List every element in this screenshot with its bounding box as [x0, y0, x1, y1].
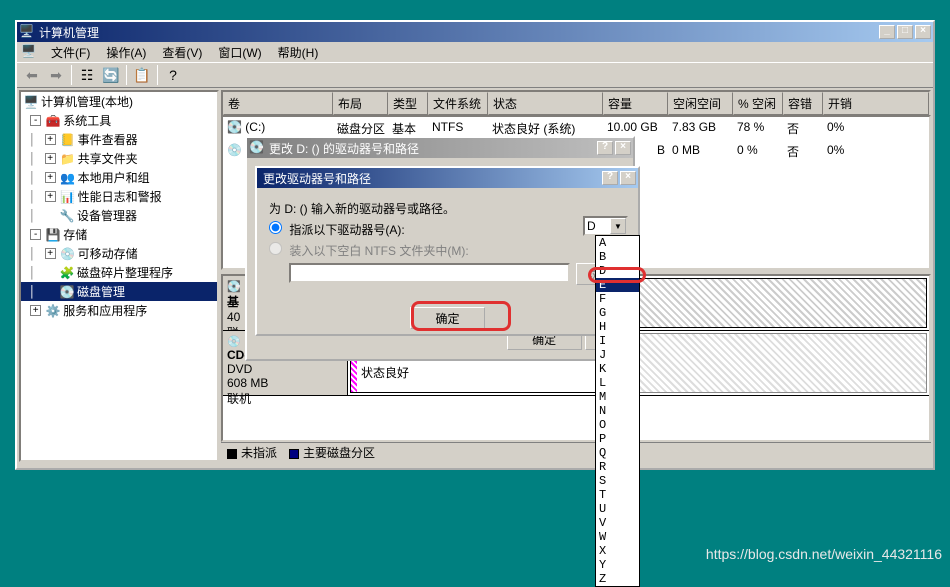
drive-option-Q[interactable]: Q: [596, 446, 639, 460]
drive-option-Z[interactable]: Z: [596, 572, 639, 586]
tree-view[interactable]: 🖥️计算机管理(本地) -🧰系统工具 │ +📒事件查看器 │ +📁共享文件夹 │…: [19, 90, 219, 462]
menu-action[interactable]: 操作(A): [100, 42, 152, 63]
drive-option-M[interactable]: M: [596, 390, 639, 404]
menu-window[interactable]: 窗口(W): [212, 42, 267, 63]
titlebar[interactable]: 🖥️ 计算机管理 _ □ ×: [17, 22, 933, 42]
legend: 未指派 主要磁盘分区: [221, 442, 931, 462]
menubar: 🖥️ 文件(F) 操作(A) 查看(V) 窗口(W) 帮助(H): [17, 42, 933, 62]
help-icon[interactable]: ?: [602, 171, 618, 185]
tree-removable[interactable]: │ +💿可移动存储: [21, 244, 217, 263]
watermark: https://blog.csdn.net/weixin_44321116: [706, 546, 942, 562]
combo-dropdown-button[interactable]: ▼: [610, 218, 626, 234]
disk-icon: 💽: [249, 140, 265, 156]
tree-defrag[interactable]: │ 🧩磁盘碎片整理程序: [21, 263, 217, 282]
radio-mount-input[interactable]: [269, 242, 282, 255]
drive-option-X[interactable]: X: [596, 544, 639, 558]
radio-assign-input[interactable]: [269, 221, 282, 234]
drive-option-K[interactable]: K: [596, 362, 639, 376]
menu-icon: 🖥️: [21, 44, 37, 60]
radio-mount-folder[interactable]: 装入以下空白 NTFS 文件夹中(M):: [269, 242, 626, 259]
drive-letter-dropdown[interactable]: ABDEFGHIJKLMNOPQRSTUVWXYZ: [595, 235, 640, 587]
dialog-prompt: 为 D: () 输入新的驱动器号或路径。: [269, 200, 626, 217]
drive-option-L[interactable]: L: [596, 376, 639, 390]
help-icon[interactable]: ?: [597, 141, 613, 155]
refresh-button[interactable]: 🔄: [100, 64, 122, 86]
drive-option-H[interactable]: H: [596, 320, 639, 334]
drive-option-V[interactable]: V: [596, 516, 639, 530]
drive-option-O[interactable]: O: [596, 418, 639, 432]
inner-dialog-title: 更改驱动器号和路径: [263, 170, 602, 187]
tree-root[interactable]: 🖥️计算机管理(本地): [21, 92, 217, 111]
tree-perf-logs[interactable]: │ +📊性能日志和警报: [21, 187, 217, 206]
drive-option-D[interactable]: D: [596, 264, 639, 278]
drive-option-N[interactable]: N: [596, 404, 639, 418]
drive-option-I[interactable]: I: [596, 334, 639, 348]
help-button[interactable]: ?: [162, 64, 184, 86]
tree-device-manager[interactable]: │ 🔧设备管理器: [21, 206, 217, 225]
forward-button[interactable]: ➡: [45, 64, 67, 86]
drive-option-B[interactable]: B: [596, 250, 639, 264]
drive-option-F[interactable]: F: [596, 292, 639, 306]
close-button[interactable]: ×: [915, 25, 931, 39]
tree-services[interactable]: +⚙️服务和应用程序: [21, 301, 217, 320]
mount-path-input: [289, 263, 570, 283]
volume-headers: 卷 布局 类型 文件系统 状态 容量 空闲空间 % 空闲 容错 开销: [221, 90, 931, 115]
view-button[interactable]: ☷: [76, 64, 98, 86]
combo-value: D: [585, 218, 610, 234]
window-title: 计算机管理: [39, 24, 879, 41]
drive-option-J[interactable]: J: [596, 348, 639, 362]
drive-option-A[interactable]: A: [596, 236, 639, 250]
toolbar: ⬅ ➡ ☷ 🔄 📋 ?: [17, 62, 933, 88]
properties-button[interactable]: 📋: [131, 64, 153, 86]
menu-file[interactable]: 文件(F): [45, 42, 96, 63]
minimize-button[interactable]: _: [879, 25, 895, 39]
radio-assign-letter[interactable]: 指派以下驱动器号(A):: [269, 221, 626, 238]
app-icon: 🖥️: [19, 24, 35, 40]
tree-storage[interactable]: -💾存储: [21, 225, 217, 244]
menu-help[interactable]: 帮助(H): [272, 42, 325, 63]
drive-option-P[interactable]: P: [596, 432, 639, 446]
tree-event-viewer[interactable]: │ +📒事件查看器: [21, 130, 217, 149]
tree-system-tools[interactable]: -🧰系统工具: [21, 111, 217, 130]
tree-local-users[interactable]: │ +👥本地用户和组: [21, 168, 217, 187]
close-icon[interactable]: ×: [620, 171, 636, 185]
drive-option-E[interactable]: E: [596, 278, 639, 292]
close-icon[interactable]: ×: [615, 141, 631, 155]
menu-view[interactable]: 查看(V): [156, 42, 208, 63]
back-button[interactable]: ⬅: [21, 64, 43, 86]
ok-button[interactable]: 确定: [410, 307, 485, 329]
tree-shared-folders[interactable]: │ +📁共享文件夹: [21, 149, 217, 168]
inner-dialog-titlebar[interactable]: 更改驱动器号和路径 ? ×: [257, 168, 638, 188]
maximize-button[interactable]: □: [897, 25, 913, 39]
drive-option-W[interactable]: W: [596, 530, 639, 544]
drive-option-U[interactable]: U: [596, 502, 639, 516]
change-letter-dialog: 更改驱动器号和路径 ? × 为 D: () 输入新的驱动器号或路径。 指派以下驱…: [255, 166, 640, 336]
drive-option-R[interactable]: R: [596, 460, 639, 474]
drive-option-G[interactable]: G: [596, 306, 639, 320]
outer-dialog-titlebar[interactable]: 💽 更改 D: () 的驱动器号和路径 ? ×: [247, 138, 633, 158]
drive-letter-combo[interactable]: D ▼: [583, 216, 628, 236]
drive-option-T[interactable]: T: [596, 488, 639, 502]
drive-option-Y[interactable]: Y: [596, 558, 639, 572]
drive-option-S[interactable]: S: [596, 474, 639, 488]
outer-dialog-title: 更改 D: () 的驱动器号和路径: [269, 140, 597, 157]
tree-disk-management[interactable]: │ 💽磁盘管理: [21, 282, 217, 301]
